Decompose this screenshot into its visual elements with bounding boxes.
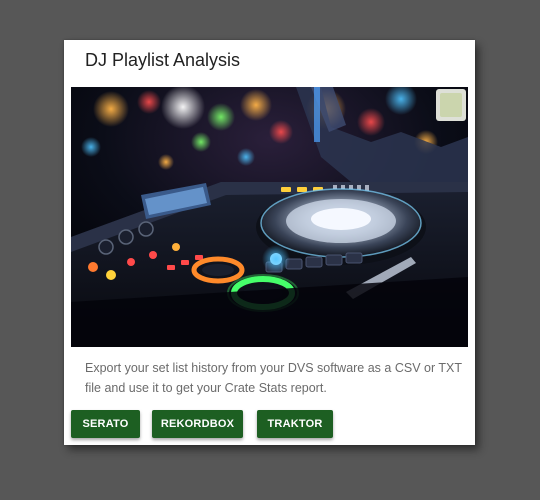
dj-controller-image <box>71 87 468 347</box>
traktor-button[interactable]: TRAKTOR <box>257 410 333 438</box>
serato-button[interactable]: SERATO <box>71 410 140 438</box>
playlist-analysis-card: DJ Playlist Analysis Export your set lis… <box>64 40 475 445</box>
card-title: DJ Playlist Analysis <box>85 50 241 70</box>
card-description: Export your set list history from your D… <box>85 361 462 395</box>
rekordbox-button[interactable]: REKORDBOX <box>152 410 243 438</box>
